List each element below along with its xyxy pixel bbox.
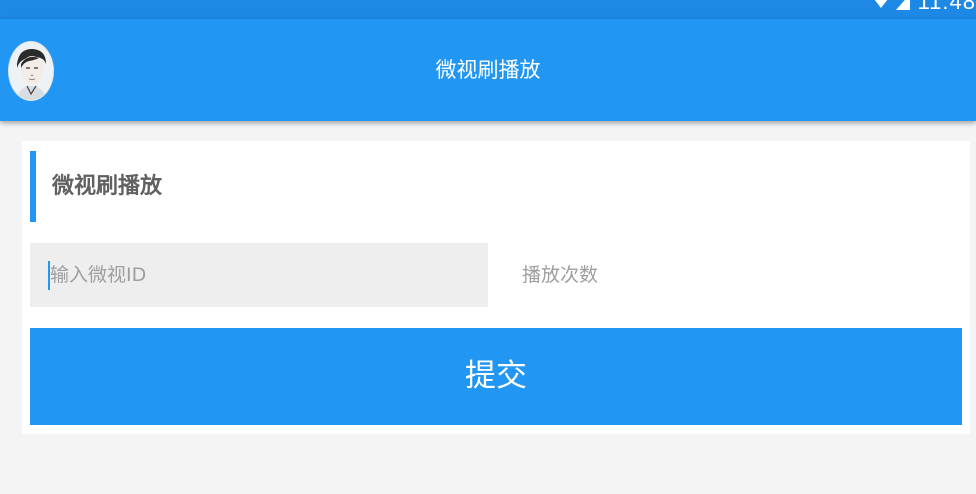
weishi-id-input[interactable]: 输入微视ID — [30, 243, 488, 307]
form-card: 微视刷播放 输入微视ID 播放次数 提交 — [22, 141, 970, 434]
play-count-input[interactable]: 播放次数 — [507, 243, 962, 307]
status-icons: 11:48 — [874, 0, 976, 13]
play-count-placeholder: 播放次数 — [522, 264, 599, 286]
submit-button[interactable]: 提交 — [30, 328, 962, 425]
status-time: 11:48 — [917, 0, 976, 14]
page-title: 微视刷播放 — [435, 58, 541, 82]
wifi-icon — [874, 0, 888, 8]
section-title: 微视刷播放 — [52, 174, 163, 199]
section-header: 微视刷播放 — [30, 151, 430, 222]
battery-icon — [895, 0, 910, 10]
app-bar: 微视刷播放 — [0, 19, 976, 121]
status-bar: 11:48 — [0, 0, 976, 19]
weishi-id-placeholder: 输入微视ID — [50, 264, 147, 286]
section-accent-bar — [30, 151, 36, 222]
